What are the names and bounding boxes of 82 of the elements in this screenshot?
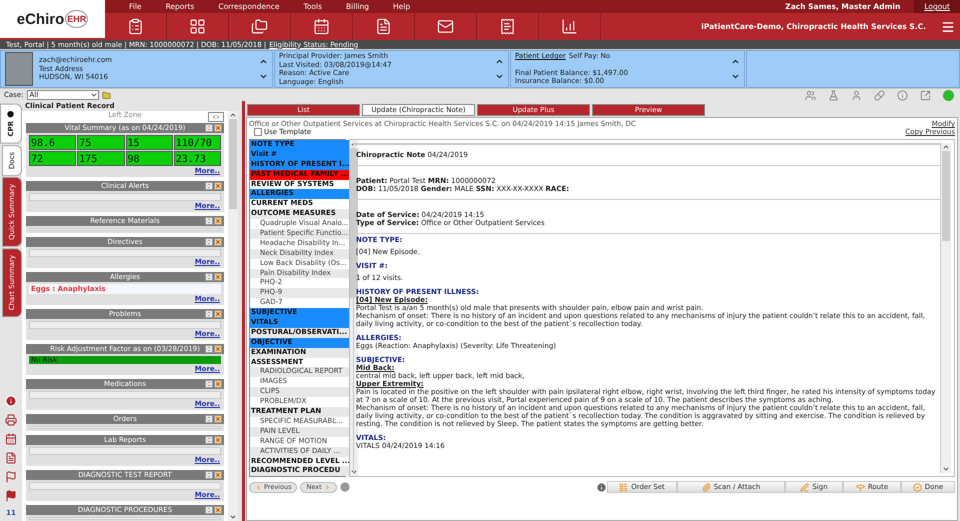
folder-icon[interactable]	[102, 90, 110, 100]
clipboard-icon[interactable]	[127, 18, 144, 35]
vital-value: 110/70	[174, 135, 221, 150]
close-button[interactable]	[214, 217, 222, 225]
scroll-thumb[interactable]	[942, 151, 950, 241]
chevron-up-icon[interactable]	[495, 57, 504, 66]
close-button[interactable]	[214, 436, 222, 444]
flag-icon[interactable]	[5, 471, 17, 483]
printer-icon[interactable]	[5, 414, 17, 426]
signpost-icon	[856, 482, 865, 492]
calendar-icon[interactable]	[313, 18, 330, 35]
chevron-down-icon[interactable]	[259, 72, 268, 81]
photo-placeholder	[5, 52, 33, 86]
scroll-down-icon[interactable]	[229, 513, 237, 521]
collapse-button[interactable]	[205, 436, 213, 444]
chevron-down-icon[interactable]	[495, 72, 504, 81]
logo-badge: EHR	[65, 10, 88, 28]
menu-icon[interactable]	[941, 20, 955, 34]
close-button[interactable]	[214, 345, 222, 353]
export-icon[interactable]	[920, 90, 931, 100]
chevron-up-icon[interactable]	[731, 57, 740, 66]
collapse-button[interactable]	[205, 124, 213, 132]
invoice-icon[interactable]	[499, 18, 516, 35]
scrollbar[interactable]	[228, 111, 238, 521]
close-button[interactable]	[214, 310, 222, 318]
mail-icon[interactable]	[437, 18, 454, 35]
caret-icon	[90, 91, 98, 99]
pen-icon	[800, 482, 810, 492]
close-button[interactable]	[214, 415, 222, 423]
chevron-down-icon[interactable]	[731, 72, 740, 81]
vital-value: 23.73	[174, 151, 221, 166]
collapse-button[interactable]	[205, 273, 213, 281]
collapse-button[interactable]	[205, 238, 213, 246]
logo-panel[interactable]: eChiro EHR	[0, 0, 105, 40]
close-button[interactable]	[214, 506, 222, 514]
vital-value: 98.6	[29, 135, 76, 150]
expand-button[interactable]	[208, 112, 224, 122]
collapse-button[interactable]	[205, 217, 213, 225]
chevron-up-icon[interactable]	[259, 57, 268, 66]
document-icon[interactable]	[375, 18, 392, 35]
users-icon[interactable]	[805, 90, 816, 100]
flag-icon[interactable]	[5, 490, 17, 502]
chart-icon[interactable]	[561, 18, 578, 35]
circle-icon	[8, 111, 14, 118]
close-button[interactable]	[214, 182, 222, 190]
checkbox[interactable]	[254, 128, 262, 136]
grid-icon[interactable]	[189, 18, 206, 35]
close-button[interactable]	[214, 238, 222, 246]
collapse-button[interactable]	[205, 415, 213, 423]
scrollbar[interactable]	[941, 143, 951, 474]
calendar-icon[interactable]	[5, 433, 17, 445]
scroll-thumb[interactable]	[229, 119, 237, 209]
status-dot	[943, 90, 954, 100]
person-icon[interactable]	[851, 90, 862, 100]
scroll-up-icon[interactable]	[229, 111, 237, 119]
info-icon[interactable]	[897, 90, 908, 100]
vital-value: 175	[77, 151, 124, 166]
collapse-button[interactable]	[205, 471, 213, 479]
close-button[interactable]	[214, 380, 222, 388]
check-icon	[912, 482, 922, 492]
pill-icon[interactable]	[874, 90, 885, 100]
collapse-button[interactable]	[205, 506, 213, 514]
close-button[interactable]	[214, 471, 222, 479]
collapse-button[interactable]	[205, 345, 213, 353]
vital-value: 72	[29, 151, 76, 166]
collapse-button[interactable]	[205, 310, 213, 318]
collapse-button[interactable]	[205, 182, 213, 190]
close-button[interactable]	[214, 124, 222, 132]
vital-value: 98	[126, 151, 173, 166]
vital-value: 15	[126, 135, 173, 150]
collapse-button[interactable]	[205, 380, 213, 388]
document-icon[interactable]	[5, 452, 17, 464]
expand-icon	[212, 113, 220, 121]
vital-value: 75	[77, 135, 124, 150]
paperclip-icon	[702, 482, 711, 492]
close-button[interactable]	[214, 273, 222, 281]
list-icon	[619, 482, 628, 492]
folders-icon[interactable]	[251, 18, 268, 35]
logo-text: eChiro	[16, 10, 64, 28]
circle-icon[interactable]	[340, 482, 350, 492]
scroll-up-icon[interactable]	[942, 143, 950, 151]
flask-icon[interactable]	[828, 90, 839, 100]
